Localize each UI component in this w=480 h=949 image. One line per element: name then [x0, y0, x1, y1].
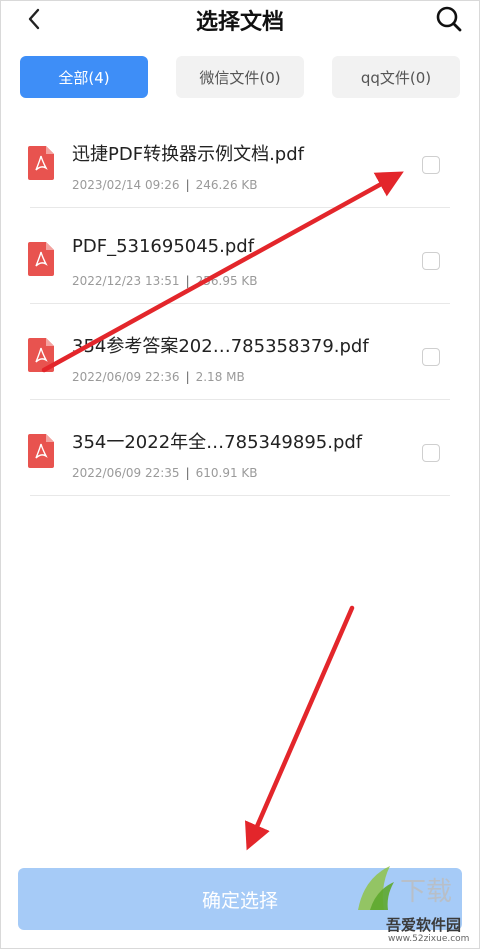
file-meta: 2022/06/09 22:35 | 610.91 KB — [72, 466, 258, 480]
file-size: 610.91 KB — [195, 466, 258, 480]
meta-separator: | — [185, 370, 190, 384]
filter-tabs: 全部(4) 微信文件(0) qq文件(0) — [0, 56, 480, 98]
file-meta: 2023/02/14 09:26 | 246.26 KB — [72, 178, 258, 192]
file-item[interactable]: 354一2022年全…785349895.pdf 2022/06/09 22:3… — [0, 400, 480, 496]
file-name: 迅捷PDF转换器示例文档.pdf — [72, 144, 304, 165]
file-date: 2023/02/14 09:26 — [72, 178, 180, 192]
file-name: PDF_531695045.pdf — [72, 236, 255, 257]
watermark-name: 吾爱软件园 — [386, 916, 462, 934]
meta-separator: | — [185, 466, 190, 480]
pdf-icon — [28, 338, 54, 372]
file-size: 2.18 MB — [195, 370, 245, 384]
file-size: 246.26 KB — [195, 178, 258, 192]
file-date: 2022/12/23 13:51 — [72, 274, 180, 288]
divider — [30, 495, 450, 496]
file-name: 354参考答案202…785358379.pdf — [72, 336, 369, 357]
meta-separator: | — [185, 274, 190, 288]
file-meta: 2022/12/23 13:51 | 256.95 KB — [72, 274, 258, 288]
page-title: 选择文档 — [195, 10, 284, 35]
file-item[interactable]: PDF_531695045.pdf 2022/12/23 13:51 | 256.9… — [0, 208, 480, 304]
file-item[interactable]: 迅捷PDF转换器示例文档.pdf 2023/02/14 09:26 | 246.26… — [0, 112, 480, 208]
header: 选择文档 — [0, 0, 480, 40]
file-list: 迅捷PDF转换器示例文档.pdf 2023/02/14 09:26 | 246.26… — [0, 112, 480, 496]
watermark-logo-icon: 下载 — [358, 866, 452, 910]
file-checkbox[interactable] — [422, 444, 440, 462]
file-date: 2022/06/09 22:35 — [72, 466, 180, 480]
file-checkbox[interactable] — [422, 252, 440, 270]
file-size: 256.95 KB — [195, 274, 258, 288]
watermark-url: www.52zixue.com — [388, 934, 470, 944]
file-checkbox[interactable] — [422, 156, 440, 174]
pdf-icon — [28, 434, 54, 468]
svg-text:下载: 下载 — [400, 877, 452, 907]
file-name: 354一2022年全…785349895.pdf — [72, 432, 363, 453]
file-meta: 2022/06/09 22:36 | 2.18 MB — [72, 370, 245, 384]
pdf-icon — [28, 146, 54, 180]
search-icon — [436, 6, 462, 32]
file-date: 2022/06/09 22:36 — [72, 370, 180, 384]
search-button[interactable] — [434, 4, 464, 34]
pdf-icon — [28, 242, 54, 276]
watermark: 下载 吾爱软件园 www.52zixue.com — [350, 860, 478, 946]
meta-separator: | — [185, 178, 190, 192]
tab-qq-files[interactable]: qq文件(0) — [332, 56, 460, 98]
tab-wechat-files[interactable]: 微信文件(0) — [176, 56, 304, 98]
file-item[interactable]: 354参考答案202…785358379.pdf 2022/06/09 22:3… — [0, 304, 480, 400]
file-checkbox[interactable] — [422, 348, 440, 366]
tab-all[interactable]: 全部(4) — [20, 56, 148, 98]
